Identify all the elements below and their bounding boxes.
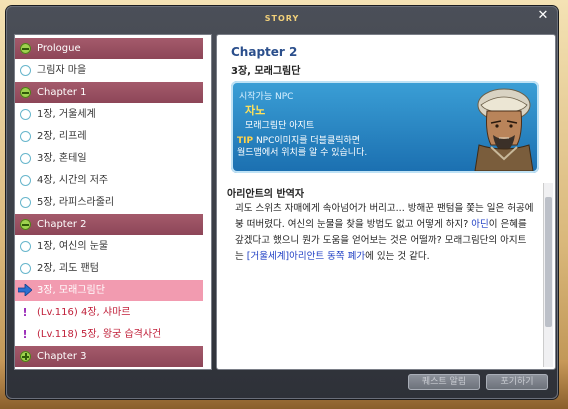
- list-header-chapter-1[interactable]: Chapter 1: [15, 82, 203, 103]
- exclamation-icon: !: [22, 328, 28, 341]
- exclamation-icon: !: [22, 306, 28, 319]
- close-icon[interactable]: ✕: [536, 9, 550, 23]
- circle-icon: [20, 197, 31, 208]
- circle-icon: [20, 241, 31, 252]
- npc-name: 자노: [245, 104, 266, 117]
- list-item-quest[interactable]: ! (Lv.116) 4장, 샤마르: [15, 302, 203, 323]
- chapter-title: Chapter 2: [231, 45, 298, 59]
- quest-notify-button[interactable]: 퀘스트 알림: [408, 374, 480, 390]
- give-up-button[interactable]: 포기하기: [486, 374, 548, 390]
- npc-location: 모래그림단 아지트: [245, 121, 315, 131]
- title-bar[interactable]: STORY: [6, 6, 558, 24]
- list-item[interactable]: 5장, 라피스라줄리: [15, 192, 203, 213]
- detail-panel: Chapter 2 3장, 모래그림단 시작가능 NPC 자노 모래그림단 아지…: [216, 34, 556, 370]
- circle-icon: [20, 65, 31, 76]
- story-window: STORY ✕ Prologue 그림자 마을 Chapter 1 1장, 거울…: [6, 6, 558, 399]
- list-item[interactable]: 2장, 괴도 팬텀: [15, 258, 203, 279]
- npc-role: 시작가능 NPC: [239, 92, 294, 102]
- collapse-icon: [20, 219, 31, 230]
- arrow-right-icon: [18, 284, 32, 296]
- chapter-list: Prologue 그림자 마을 Chapter 1 1장, 거울세계 2장, 리…: [14, 34, 212, 370]
- scrollbar-thumb[interactable]: [545, 197, 552, 327]
- circle-icon: [20, 109, 31, 120]
- list-item[interactable]: 그림자 마을: [15, 60, 203, 81]
- story-title: 아리안트의 반역자: [227, 189, 305, 200]
- tip-text: TIP NPC이미지를 더블클릭하면 월드맵에서 위치를 알 수 있습니다.: [237, 136, 368, 158]
- list-header-chapter-2[interactable]: Chapter 2: [15, 214, 203, 235]
- list-item[interactable]: 3장, 혼테일: [15, 148, 203, 169]
- circle-icon: [20, 263, 31, 274]
- list-item[interactable]: 1장, 여신의 눈물: [15, 236, 203, 257]
- chapter-subtitle: 3장, 모래그림단: [231, 66, 301, 77]
- window-title: STORY: [264, 14, 300, 23]
- circle-icon: [20, 153, 31, 164]
- list-item-selected[interactable]: 3장, 모래그림단: [15, 280, 203, 301]
- circle-icon: [20, 131, 31, 142]
- location-link: [거울세계]아리안트 동쪽 폐가: [246, 251, 366, 262]
- list-item[interactable]: 4장, 시간의 저주: [15, 170, 203, 191]
- list-header-chapter-3[interactable]: Chapter 3: [15, 346, 203, 367]
- story-text: 괴도 스위츠 자매에게 속아넘어가 버리고... 방해꾼 팬텀을 쫓는 일은 허…: [235, 203, 534, 262]
- npc-portrait[interactable]: [471, 83, 537, 171]
- collapse-icon: [20, 43, 31, 54]
- expand-icon: [20, 351, 31, 362]
- npc-link: 아딘: [471, 219, 489, 230]
- list-item-quest[interactable]: ! (Lv.118) 5장, 왕궁 습격사건: [15, 324, 203, 345]
- list-item[interactable]: 1장, 거울세계: [15, 104, 203, 125]
- npc-info-box: 시작가능 NPC 자노 모래그림단 아지트 TIP NPC이미지를 더블클릭하면…: [231, 81, 539, 173]
- circle-icon: [20, 175, 31, 186]
- list-header-prologue[interactable]: Prologue: [15, 38, 203, 59]
- story-scrollbar[interactable]: [543, 183, 553, 367]
- list-item[interactable]: 2장, 리프레: [15, 126, 203, 147]
- collapse-icon: [20, 87, 31, 98]
